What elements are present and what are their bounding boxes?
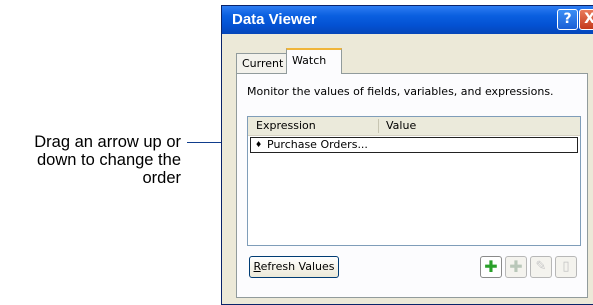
- close-button[interactable]: X: [579, 9, 593, 30]
- title-bar[interactable]: Data Viewer ? X: [222, 6, 593, 34]
- callout-annotation: Drag an arrow up or down to change the o…: [0, 133, 181, 187]
- help-button[interactable]: ?: [557, 9, 578, 30]
- column-header-expression[interactable]: Expression: [256, 119, 316, 132]
- watch-panel: Monitor the values of fields, variables,…: [236, 73, 588, 298]
- callout-line-3: order: [142, 169, 181, 187]
- column-header-value[interactable]: Value: [386, 119, 416, 132]
- refresh-mnemonic: R: [253, 260, 261, 273]
- refresh-label: efresh Values: [260, 260, 335, 273]
- duplicate-button[interactable]: ✚: [505, 256, 527, 278]
- edit-icon: ✎: [535, 259, 547, 274]
- delete-button[interactable]: ▯: [555, 256, 577, 278]
- refresh-values-button[interactable]: Refresh Values: [249, 256, 339, 278]
- tab-watch[interactable]: Watch: [286, 48, 342, 74]
- duplicate-icon: ✚: [509, 257, 523, 276]
- callout-line-2: down to change the: [36, 151, 181, 169]
- drag-arrow-icon[interactable]: ♦: [255, 138, 262, 152]
- callout-line-1: Drag an arrow up or: [34, 133, 181, 151]
- watch-description: Monitor the values of fields, variables,…: [247, 85, 554, 98]
- edit-button[interactable]: ✎: [530, 256, 552, 278]
- watch-list[interactable]: Expression Value ♦ Purchase Orders...: [247, 116, 581, 246]
- window-title: Data Viewer: [232, 11, 317, 28]
- tab-current[interactable]: Current: [236, 53, 287, 73]
- list-header: Expression Value: [248, 117, 580, 136]
- row-expression: Purchase Orders...: [267, 138, 368, 151]
- data-viewer-window: Data Viewer ? X Current Watch Monitor th…: [221, 5, 593, 305]
- add-icon: ✚: [484, 257, 498, 276]
- list-item[interactable]: ♦ Purchase Orders...: [250, 137, 578, 153]
- delete-icon: ▯: [562, 259, 570, 274]
- column-separator[interactable]: [378, 119, 379, 133]
- add-button[interactable]: ✚: [480, 256, 502, 278]
